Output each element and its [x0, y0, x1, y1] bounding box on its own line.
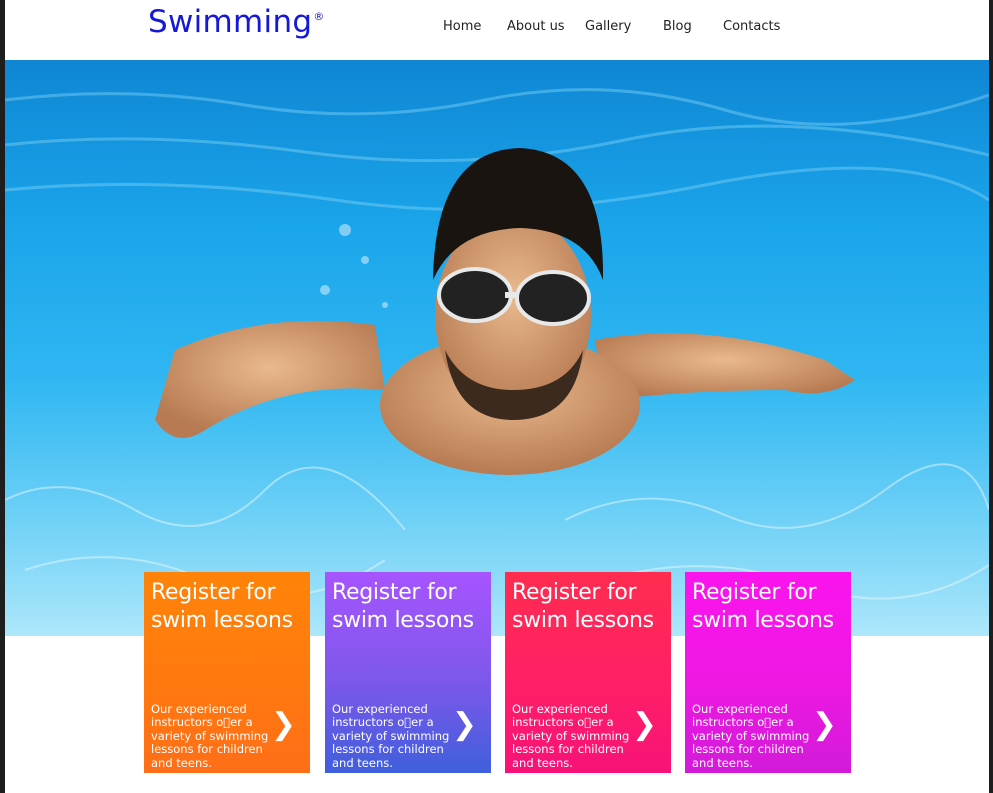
register-card[interactable]: Register for swim lessons Our experience…	[144, 572, 310, 773]
card-text: Our experienced instructors o er a varie…	[512, 701, 630, 770]
register-card[interactable]: Register for swim lessons Our experience…	[325, 572, 491, 773]
nav-about-us[interactable]: About us	[507, 19, 565, 34]
site-header: Swimming® Home About us Gallery Blog Con…	[5, 0, 989, 60]
chevron-right-icon[interactable]: ❯	[452, 710, 477, 740]
nav-gallery[interactable]: Gallery	[585, 19, 631, 34]
register-card[interactable]: Register for swim lessons Our experience…	[685, 572, 851, 773]
window-frame-right	[989, 0, 993, 793]
card-title: Register for swim lessons	[692, 580, 834, 633]
hero-image	[5, 60, 989, 636]
chevron-right-icon[interactable]: ❯	[812, 710, 837, 740]
registered-mark: ®	[313, 10, 325, 23]
register-card[interactable]: Register for swim lessons Our experience…	[505, 572, 671, 773]
card-text: Our experienced instructors o er a varie…	[151, 701, 269, 770]
card-text: Our experienced instructors o er a varie…	[692, 701, 810, 770]
nav-contacts[interactable]: Contacts	[723, 19, 780, 34]
site-logo[interactable]: Swimming®	[148, 4, 325, 40]
card-title: Register for swim lessons	[332, 580, 474, 633]
chevron-right-icon[interactable]: ❯	[271, 710, 296, 740]
nav-home[interactable]: Home	[443, 19, 481, 34]
card-title: Register for swim lessons	[512, 580, 654, 633]
nav-blog[interactable]: Blog	[663, 19, 692, 34]
underwater-swimmer-photo	[5, 88, 989, 636]
logo-text: Swimming	[148, 4, 313, 40]
chevron-right-icon[interactable]: ❯	[632, 710, 657, 740]
card-title: Register for swim lessons	[151, 580, 293, 633]
card-text: Our experienced instructors o er a varie…	[332, 701, 450, 770]
